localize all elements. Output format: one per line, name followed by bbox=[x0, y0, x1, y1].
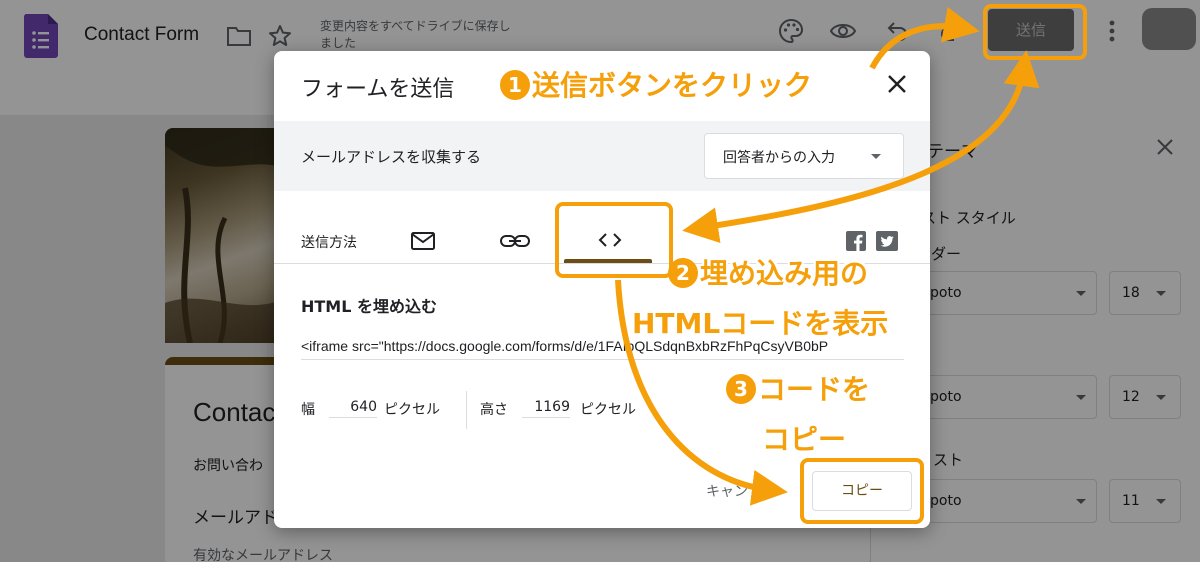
send-via-label: 送信方法 bbox=[301, 235, 357, 251]
step3-text-line1: コードを bbox=[758, 373, 871, 406]
link-icon bbox=[500, 235, 530, 247]
step3-number: 3 bbox=[726, 374, 756, 404]
step2-text-line1: 埋め込み用の bbox=[700, 257, 869, 290]
cancel-button[interactable]: キャン bbox=[706, 481, 748, 501]
height-input[interactable]: 1169 bbox=[522, 399, 570, 418]
step1-text: 送信ボタンをクリック bbox=[532, 69, 813, 102]
dialog-close-icon[interactable] bbox=[886, 73, 908, 95]
height-label: 高さ bbox=[480, 402, 508, 418]
step2-annotation-line1: 2 埋め込み用の bbox=[668, 252, 868, 292]
twitter-icon[interactable] bbox=[876, 231, 898, 251]
collect-email-label: メールアドレスを収集する bbox=[301, 148, 482, 166]
step2-number: 2 bbox=[668, 258, 698, 288]
collect-email-row: メールアドレスを収集する 回答者からの入力 bbox=[274, 121, 930, 191]
width-unit-label: ピクセル bbox=[384, 402, 440, 418]
facebook-icon[interactable] bbox=[846, 231, 866, 251]
step3-annotation-line1: 3 コードを bbox=[726, 368, 870, 408]
collect-email-select[interactable]: 回答者からの入力 bbox=[704, 133, 904, 179]
tab-link[interactable] bbox=[488, 219, 542, 263]
width-input[interactable]: 640 bbox=[329, 399, 377, 418]
step2-text-line2: HTMLコードを表示 bbox=[632, 307, 889, 340]
step3-text-line2: コピー bbox=[762, 423, 847, 456]
highlight-copy-button bbox=[800, 458, 924, 524]
highlight-embed-tab bbox=[555, 202, 673, 278]
embed-html-heading: HTML を埋め込む bbox=[301, 297, 437, 316]
collect-email-value: 回答者からの入力 bbox=[723, 150, 835, 166]
highlight-send-button bbox=[983, 4, 1087, 60]
dropdown-caret-icon bbox=[871, 154, 881, 159]
email-icon bbox=[411, 232, 435, 250]
tab-email[interactable] bbox=[396, 219, 450, 263]
width-label: 幅 bbox=[301, 402, 315, 418]
dialog-title: フォームを送信 bbox=[301, 77, 455, 102]
step1-number: 1 bbox=[500, 70, 530, 100]
height-unit-label: ピクセル bbox=[580, 402, 636, 418]
step1-annotation: 1 送信ボタンをクリック bbox=[500, 64, 812, 104]
dimension-divider bbox=[466, 391, 467, 429]
